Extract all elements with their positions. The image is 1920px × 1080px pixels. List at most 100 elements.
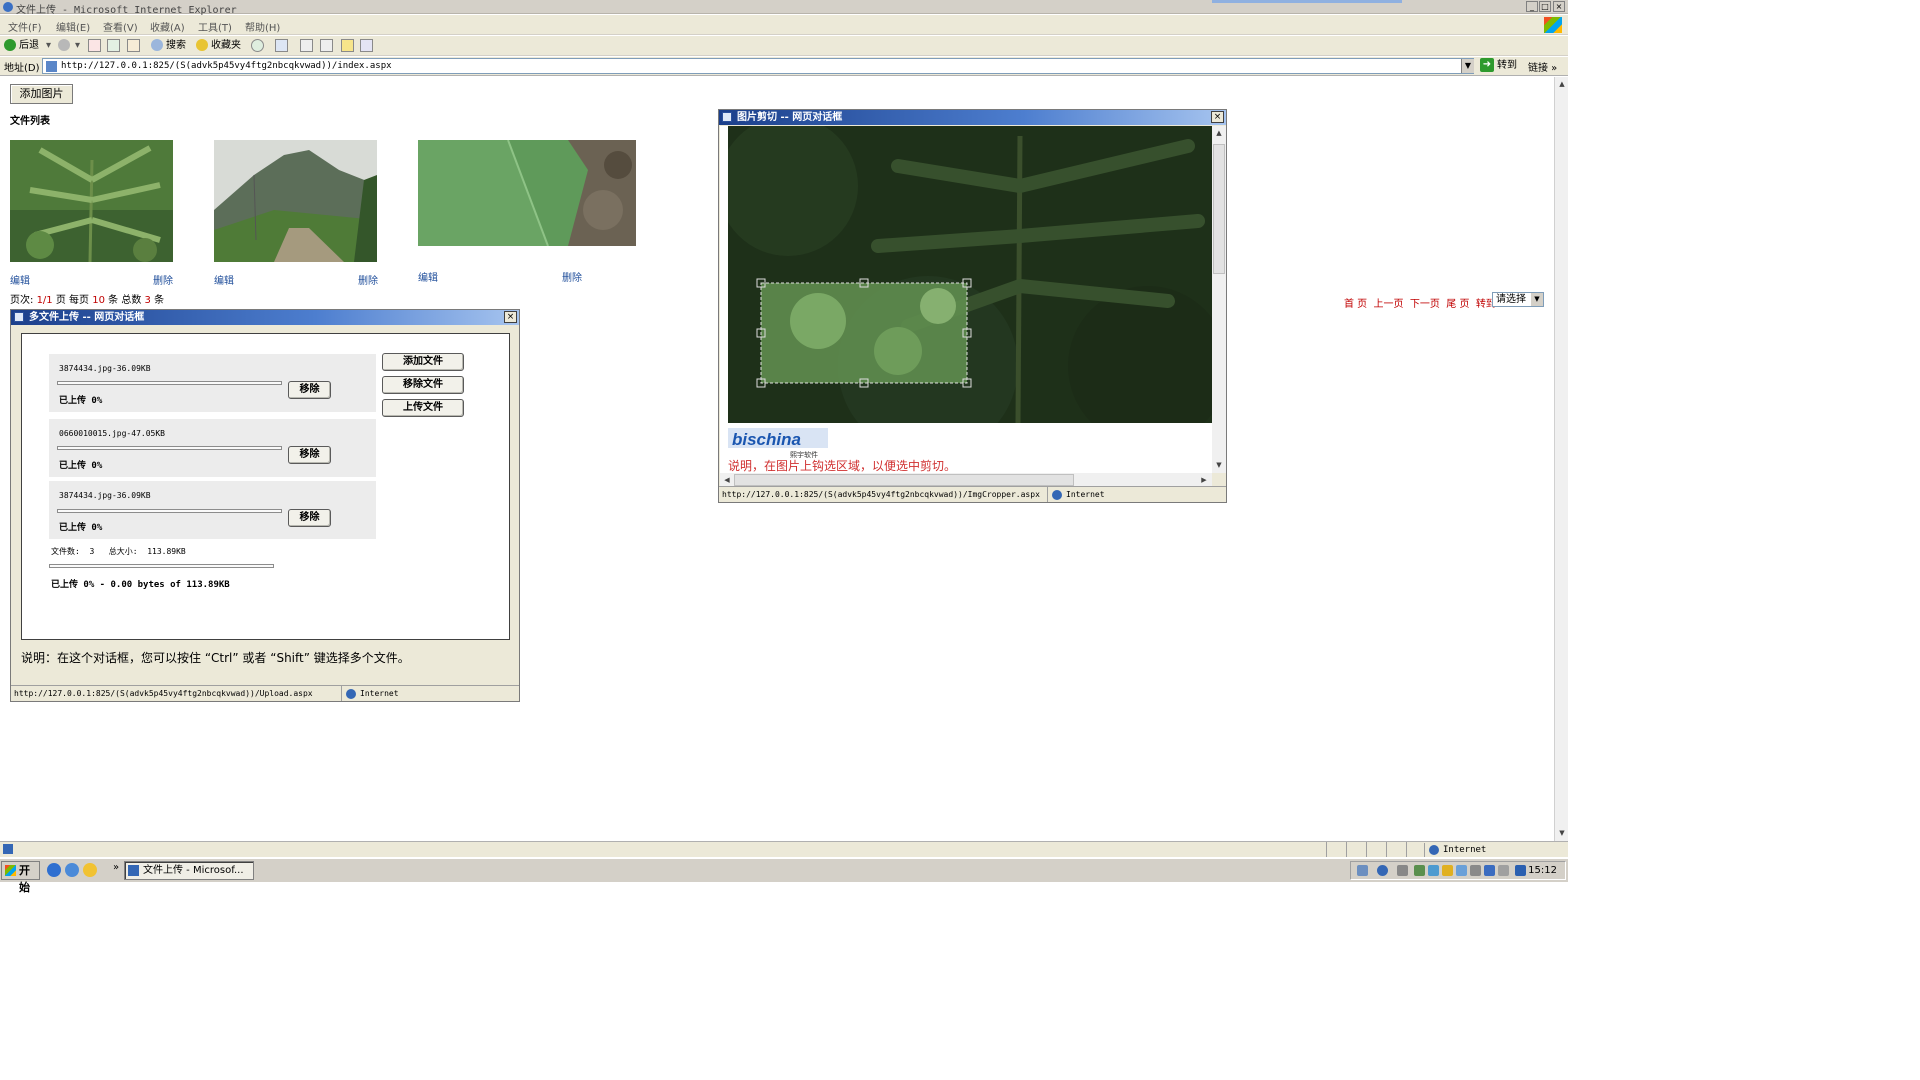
back-button[interactable]: 后退 (4, 38, 39, 54)
maximize-button[interactable]: □ (1539, 1, 1551, 12)
back-dropdown-icon[interactable]: ▾ (46, 38, 51, 54)
crop-image[interactable] (728, 126, 1212, 423)
scroll-left-icon[interactable]: ◀ (721, 474, 733, 486)
crop-photo (728, 126, 1212, 423)
scroll-down-icon[interactable]: ▼ (1213, 459, 1225, 471)
delete-link-3[interactable]: 删除 (562, 269, 582, 284)
explorer-quicklaunch-icon[interactable] (65, 863, 79, 877)
scroll-up-icon[interactable]: ▲ (1556, 78, 1568, 90)
favorites-button[interactable]: 收藏夹 (196, 38, 241, 54)
home-icon[interactable] (127, 39, 140, 52)
cropper-hscrollbar[interactable]: ◀ ▶ (720, 473, 1212, 487)
thumbnail-1[interactable] (10, 140, 173, 262)
close-button[interactable]: × (1553, 1, 1565, 12)
delete-link-1[interactable]: 删除 (153, 272, 173, 287)
history-icon[interactable] (251, 39, 264, 52)
help-icon[interactable] (1377, 865, 1388, 876)
thumbnail-3[interactable] (418, 140, 636, 246)
page-icon (46, 61, 57, 72)
remove-file-button[interactable]: 移除 (288, 446, 331, 464)
go-label: 转到 (1497, 60, 1517, 71)
page-scrollbar[interactable]: ▲ ▼ (1554, 77, 1568, 841)
address-dropdown-icon[interactable]: ▼ (1461, 59, 1474, 73)
tray-app-icon[interactable] (1470, 865, 1481, 876)
start-button[interactable]: 开始 (1, 861, 40, 894)
tray-app-icon[interactable] (1442, 865, 1453, 876)
network-icon[interactable] (1357, 865, 1368, 876)
mail-icon[interactable] (275, 39, 288, 52)
stop-icon[interactable] (88, 39, 101, 52)
edit-link-2[interactable]: 编辑 (214, 272, 234, 287)
upload-files-button[interactable]: 上传文件 (382, 399, 464, 417)
per-page-label: 每页 (69, 295, 90, 306)
discuss-icon[interactable] (341, 39, 354, 52)
page-select[interactable]: 请选择 ▼ (1492, 292, 1544, 307)
menu-edit[interactable]: 编辑(E) (56, 19, 90, 34)
total-unit: 条 (154, 295, 165, 306)
cropper-vscrollbar[interactable]: ▲ ▼ (1212, 126, 1226, 473)
taskbar-item-ie[interactable]: 文件上传 - Microsof... (124, 861, 254, 880)
delete-link-2[interactable]: 删除 (358, 272, 378, 287)
menu-view[interactable]: 查看(V) (103, 19, 138, 34)
edit-page-icon[interactable] (320, 39, 333, 52)
menu-file[interactable]: 文件(F) (8, 19, 42, 34)
tray-app-icon[interactable] (1456, 865, 1467, 876)
add-image-button[interactable]: 添加图片 (10, 84, 73, 104)
search-button[interactable]: 搜索 (151, 38, 186, 54)
links-button[interactable]: 链接 » (1528, 59, 1557, 74)
menu-tools[interactable]: 工具(T) (198, 19, 232, 34)
menu-help[interactable]: 帮助(H) (245, 19, 280, 34)
messenger-quicklaunch-icon[interactable] (83, 863, 97, 877)
go-button[interactable]: ➜ 转到 (1480, 58, 1517, 74)
shield-icon[interactable] (1484, 865, 1495, 876)
file-item: 0660010015.jpg-47.05KB 已上传 0% 移除 (49, 419, 376, 477)
remove-files-button[interactable]: 移除文件 (382, 376, 464, 394)
address-input[interactable]: http://127.0.0.1:825/(S(advk5p45vy4ftg2n… (42, 58, 1474, 74)
forward-button[interactable] (58, 38, 73, 54)
first-page-link[interactable]: 首 页 (1344, 299, 1367, 310)
forward-dropdown-icon[interactable]: ▾ (75, 38, 80, 54)
status-pane (1406, 842, 1424, 857)
cropper-dialog-close-button[interactable]: × (1211, 111, 1224, 123)
tray-app-icon[interactable] (1414, 865, 1425, 876)
back-label: 后退 (19, 40, 39, 51)
menu-favorites[interactable]: 收藏(A) (150, 19, 185, 34)
display-icon[interactable] (1515, 865, 1526, 876)
print-icon[interactable] (300, 39, 313, 52)
status-pane (1366, 842, 1384, 857)
tray-app-icon[interactable] (1428, 865, 1439, 876)
upload-dialog-close-button[interactable]: × (504, 311, 517, 323)
messenger-icon[interactable] (360, 39, 373, 52)
file-name: 0660010015.jpg-47.05KB (59, 429, 165, 438)
globe-icon (1429, 844, 1439, 855)
remove-file-button[interactable]: 移除 (288, 509, 331, 527)
upload-zone-label: Internet (360, 689, 399, 698)
status-pane (1346, 842, 1364, 857)
quicklaunch-chevron-icon[interactable]: » (113, 862, 119, 873)
upload-dialog-statusbar: http://127.0.0.1:825/(S(advk5p45vy4ftg2n… (11, 685, 519, 701)
title-decoration (1212, 0, 1402, 3)
speaker-icon[interactable] (1397, 865, 1408, 876)
scroll-up-icon[interactable]: ▲ (1213, 127, 1225, 139)
upload-note: 说明：在这个对话框，您可以按住 “Ctrl” 或者 “Shift” 键选择多个文… (21, 651, 410, 665)
last-page-link[interactable]: 尾 页 (1446, 299, 1469, 310)
remove-file-button[interactable]: 移除 (288, 381, 331, 399)
ie-quicklaunch-icon[interactable] (47, 863, 61, 877)
edit-link-1[interactable]: 编辑 (10, 272, 30, 287)
tray-app-icon[interactable] (1498, 865, 1509, 876)
add-file-button[interactable]: 添加文件 (382, 353, 464, 371)
scroll-thumb[interactable] (1213, 144, 1225, 274)
cropper-dialog-title: 图片剪切 -- 网页对话框 (737, 112, 843, 123)
edit-link-3[interactable]: 编辑 (418, 269, 438, 284)
upload-dialog-title: 多文件上传 -- 网页对话框 (29, 312, 145, 323)
scroll-down-icon[interactable]: ▼ (1556, 827, 1568, 839)
scroll-right-icon[interactable]: ▶ (1198, 474, 1210, 486)
scroll-thumb[interactable] (734, 474, 1074, 486)
search-icon (151, 39, 163, 51)
total-label: 总数 (121, 295, 142, 306)
minimize-button[interactable]: _ (1526, 1, 1538, 12)
prev-page-link[interactable]: 上一页 (1374, 299, 1404, 310)
refresh-icon[interactable] (107, 39, 120, 52)
next-page-link[interactable]: 下一页 (1410, 299, 1440, 310)
thumbnail-2[interactable] (214, 140, 377, 262)
